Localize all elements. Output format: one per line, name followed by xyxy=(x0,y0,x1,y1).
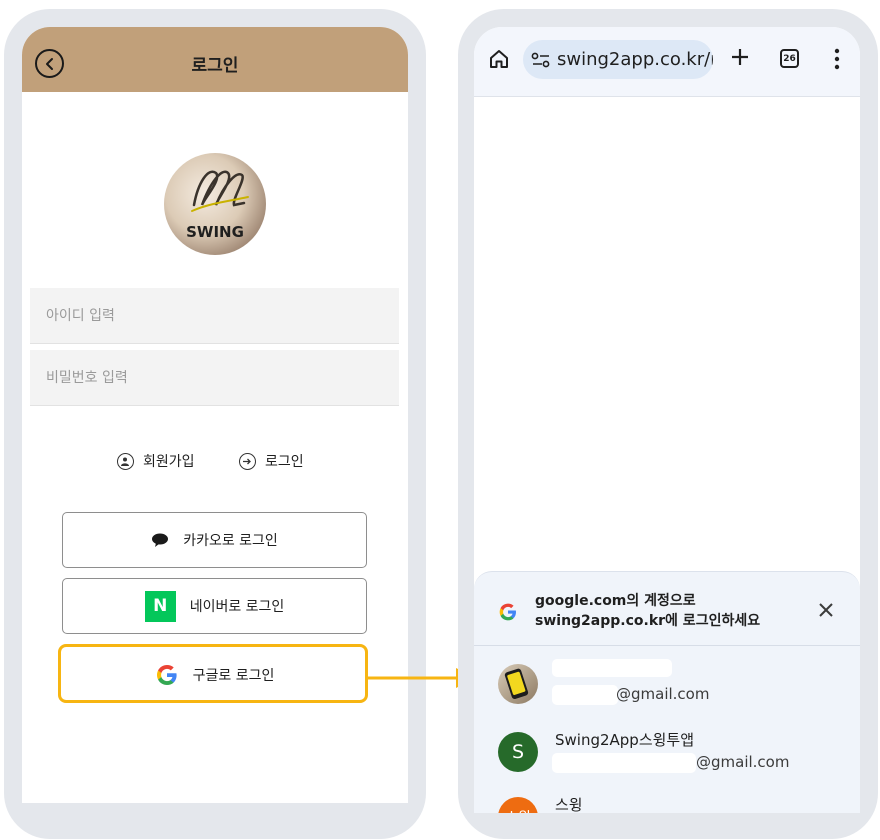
naver-logo-icon: N xyxy=(144,590,176,622)
app-header: 로그인 xyxy=(22,27,408,92)
kakao-login-label: 카카오로 로그인 xyxy=(183,533,278,549)
account-name: 스윙 xyxy=(555,796,583,813)
sheet-title: google.com의 계정으로 swing2app.co.kr에 로그인하세요 xyxy=(535,591,795,631)
url-text: swing2app.co.kr/m xyxy=(557,49,713,70)
home-icon[interactable] xyxy=(488,48,510,70)
sheet-title-line-1: google.com의 계정으로 xyxy=(535,593,696,609)
tab-switcher-button[interactable]: 26 xyxy=(780,49,799,68)
browser-screen: swing2app.co.kr/m 26 google.com의 계정으로 sw… xyxy=(474,27,860,813)
naver-login-button[interactable]: N 네이버로 로그인 xyxy=(62,578,367,634)
login-label: 로그인 xyxy=(265,454,304,470)
address-bar[interactable]: swing2app.co.kr/m xyxy=(523,40,713,79)
account-email: @gmail.com xyxy=(616,685,710,703)
password-input[interactable] xyxy=(30,350,399,405)
google-g-icon xyxy=(499,603,516,621)
logo-text: SWING xyxy=(186,223,244,241)
account-links: 회원가입 로그인 xyxy=(22,451,408,475)
page-title: 로그인 xyxy=(191,56,239,76)
account-row[interactable]: S Swing2App스윙투앱 @gmail.com xyxy=(474,725,860,791)
redacted-email xyxy=(552,685,618,705)
swing-logo: SWING xyxy=(164,153,266,255)
avatar xyxy=(498,664,538,704)
chat-bubble-icon xyxy=(152,533,169,547)
join-link[interactable]: 회원가입 xyxy=(117,451,195,471)
naver-login-label: 네이버로 로그인 xyxy=(189,599,285,615)
account-name: Swing2App스윙투앱 xyxy=(555,731,695,749)
redacted-name xyxy=(552,659,672,677)
login-link[interactable]: 로그인 xyxy=(239,451,304,471)
sheet-title-line-2: swing2app.co.kr에 로그인하세요 xyxy=(535,613,761,629)
user-add-icon xyxy=(117,452,134,470)
tab-count: 26 xyxy=(783,53,796,64)
new-tab-icon[interactable] xyxy=(728,45,752,69)
browser-toolbar: swing2app.co.kr/m 26 xyxy=(474,27,860,97)
close-icon[interactable] xyxy=(817,601,835,619)
google-button-highlight xyxy=(58,644,368,703)
id-field[interactable] xyxy=(30,288,399,344)
phone-frame-left: 로그인 SWING 회원가입 xyxy=(4,9,426,839)
id-input[interactable] xyxy=(30,288,399,343)
phone-frame-right: swing2app.co.kr/m 26 google.com의 계정으로 sw… xyxy=(458,9,878,839)
kakao-login-button[interactable]: 카카오로 로그인 xyxy=(62,512,367,568)
avatar: 스윙 xyxy=(498,797,538,813)
more-vert-icon[interactable] xyxy=(834,48,840,70)
signature-graphic xyxy=(191,170,249,212)
avatar: S xyxy=(498,732,538,772)
account-email: @gmail.com xyxy=(696,753,790,771)
redacted-email xyxy=(552,753,696,773)
account-row[interactable]: 스윙 스윙 xyxy=(474,790,860,813)
google-account-sheet: google.com의 계정으로 swing2app.co.kr에 로그인하세요 xyxy=(474,571,860,813)
join-label: 회원가입 xyxy=(143,454,195,470)
phone-photo-icon xyxy=(504,668,529,700)
site-settings-icon xyxy=(531,52,550,67)
password-field[interactable] xyxy=(30,350,399,406)
sheet-header: google.com의 계정으로 swing2app.co.kr에 로그인하세요 xyxy=(474,572,860,646)
login-icon xyxy=(239,452,256,470)
account-row[interactable]: @gmail.com xyxy=(474,657,860,723)
